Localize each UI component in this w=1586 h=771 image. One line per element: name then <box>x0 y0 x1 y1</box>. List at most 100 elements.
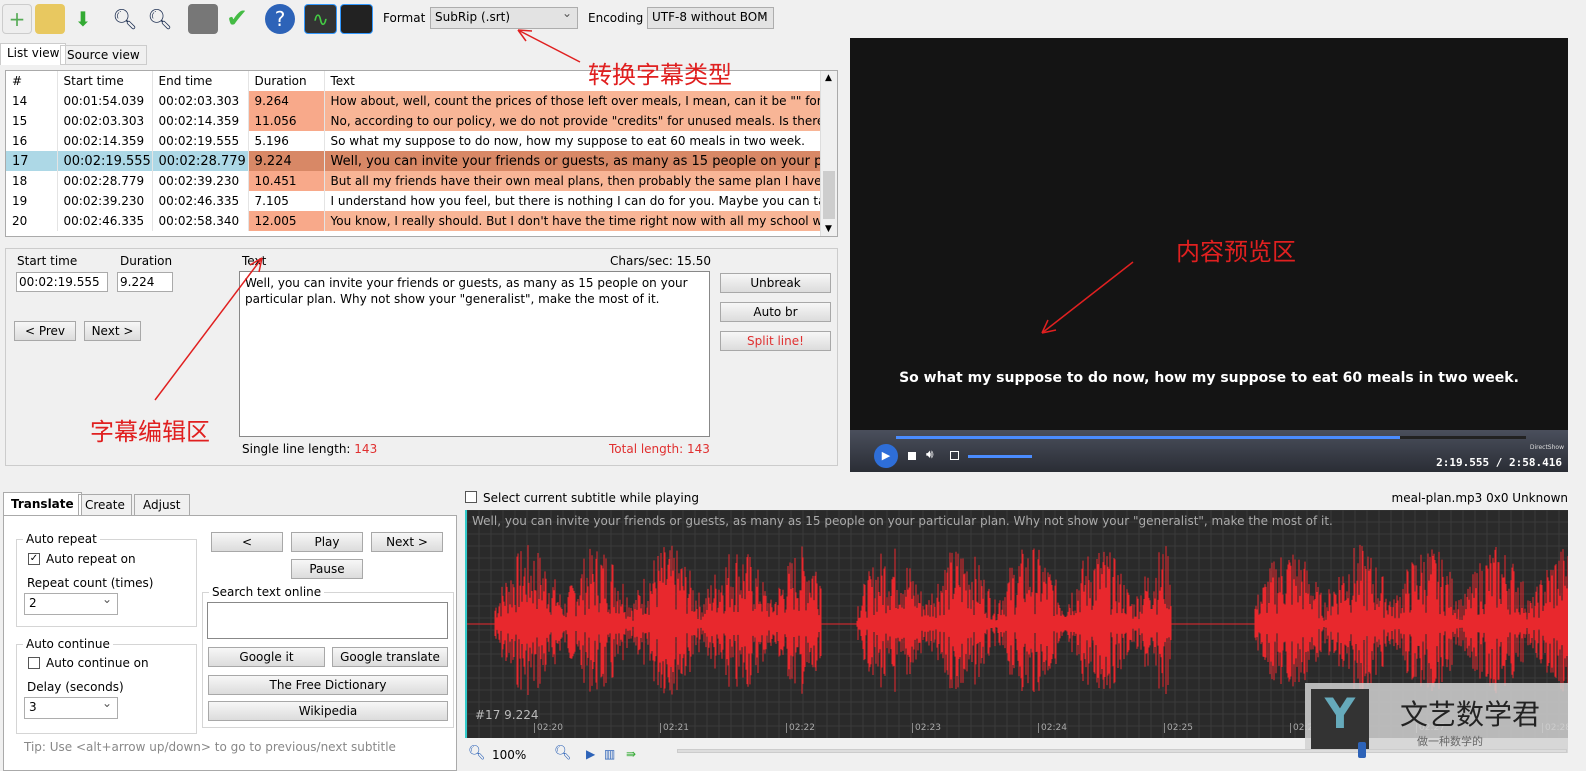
zoom-in-icon[interactable]: 🔍︎ <box>554 745 572 761</box>
tab-source-view[interactable]: Source view <box>60 45 147 65</box>
volume-icon[interactable]: 🔊︎ <box>926 447 934 462</box>
waveform-position-slider[interactable] <box>677 742 1567 758</box>
col-number[interactable]: # <box>6 71 58 91</box>
time-tick: 02:24 <box>1038 723 1067 733</box>
video-toggle-icon[interactable] <box>340 4 373 34</box>
annotation-preview: 内容预览区 <box>1176 238 1296 266</box>
auto-br-button[interactable]: Auto br <box>720 302 831 322</box>
table-row[interactable]: 18 00:02:28.779 00:02:39.230 10.451 But all … <box>6 171 821 191</box>
next-button[interactable]: Next > <box>84 321 141 341</box>
watermark: Y 文艺数学君 做一种数学的 <box>1305 683 1568 753</box>
google-translate-button[interactable]: Google translate <box>332 647 448 667</box>
pause-button[interactable]: Pause <box>291 559 363 579</box>
list-scrollbar[interactable]: ▲ ▼ <box>820 71 837 236</box>
fullscreen-icon[interactable] <box>950 451 959 460</box>
encoding-label: Encoding <box>588 11 644 25</box>
renderer-label: DirectShow <box>1529 444 1564 451</box>
split-view-icon[interactable]: ▥ <box>604 747 615 761</box>
format-label: Format <box>383 11 426 25</box>
fast-forward-icon[interactable]: ⇛ <box>626 747 636 761</box>
translate-next-button[interactable]: Next > <box>371 532 443 552</box>
subtitle-text-area[interactable]: Well, you can invite your friends or gue… <box>239 271 710 437</box>
cell-number: 18 <box>6 171 58 191</box>
translate-prev-button[interactable]: < <box>211 532 283 552</box>
single-line-value: 143 <box>354 442 378 456</box>
help-icon[interactable]: ? <box>265 4 295 34</box>
video-seek-bar[interactable] <box>896 436 1526 439</box>
table-row[interactable]: 17 00:02:19.555 00:02:28.779 9.224 Well, you… <box>6 151 821 171</box>
format-select[interactable]: SubRip (.srt) <box>430 6 578 29</box>
time-tick: 02:22 <box>786 723 815 733</box>
tab-list-view[interactable]: List view <box>0 43 67 65</box>
cell-duration: 11.056 <box>248 111 325 131</box>
start-time-input[interactable]: 00:02:19.555 <box>16 272 108 292</box>
duration-label: Duration <box>120 254 173 268</box>
download-icon[interactable]: ⬇ <box>68 4 98 34</box>
play-icon[interactable]: ▶ <box>874 444 898 468</box>
cell-duration: 12.005 <box>248 211 325 231</box>
media-file-info: meal-plan.mp3 0x0 Unknown <box>1391 491 1568 505</box>
tab-adjust[interactable]: Adjust <box>134 494 190 516</box>
table-row[interactable]: 16 00:02:14.359 00:02:19.555 5.196 So what m… <box>6 131 821 151</box>
cell-end: 00:02:14.359 <box>152 111 249 131</box>
table-row[interactable]: 19 00:02:39.230 00:02:46.335 7.105 I underst… <box>6 191 821 211</box>
stop-icon[interactable] <box>908 452 916 460</box>
waveform-subtitle: Well, you can invite your friends or gue… <box>472 514 1333 528</box>
annotation-format: 转换字幕类型 <box>588 61 732 89</box>
cell-text: No, according to our policy, we do not p… <box>324 111 821 131</box>
col-text[interactable]: Text <box>324 71 821 91</box>
replace-icon[interactable]: 🔍︎ <box>145 4 175 34</box>
delay-select[interactable]: 3 <box>24 696 118 719</box>
table-row[interactable]: 14 00:01:54.039 00:02:03.303 9.264 How about… <box>6 91 821 111</box>
cell-text: So what my suppose to do now, how my sup… <box>324 131 821 151</box>
time-tick: 02:25 <box>1164 723 1193 733</box>
tab-create[interactable]: Create <box>78 494 132 516</box>
slider-thumb[interactable] <box>1358 742 1366 758</box>
google-it-button[interactable]: Google it <box>208 647 325 667</box>
encoding-select[interactable]: UTF-8 without BOM <box>647 7 774 29</box>
search-text-input[interactable] <box>207 602 448 639</box>
table-row[interactable]: 15 00:02:03.303 00:02:14.359 11.056 No, acco… <box>6 111 821 131</box>
split-line-button[interactable]: Split line! <box>720 331 831 351</box>
cell-number: 17 <box>6 151 58 171</box>
visual-sync-icon[interactable] <box>188 4 218 34</box>
auto-continue-checkbox[interactable] <box>28 657 40 669</box>
auto-repeat-group: Auto repeat <box>23 532 100 546</box>
waveform-toggle-icon[interactable]: ∿ <box>304 4 337 34</box>
cell-end: 00:02:03.303 <box>152 91 249 111</box>
cell-duration: 9.224 <box>248 151 325 171</box>
open-folder-icon[interactable] <box>35 4 65 34</box>
repeat-count-label: Repeat count (times) <box>27 576 154 590</box>
new-file-icon[interactable]: + <box>2 4 32 34</box>
unbreak-button[interactable]: Unbreak <box>720 273 831 293</box>
table-row[interactable]: 20 00:02:46.335 00:02:58.340 12.005 You know… <box>6 211 821 231</box>
cell-duration: 10.451 <box>248 171 325 191</box>
volume-slider[interactable] <box>968 455 1032 458</box>
play-button[interactable]: Play <box>291 532 363 552</box>
repeat-count-select[interactable]: 2 <box>24 592 118 615</box>
select-while-playing-checkbox[interactable] <box>465 491 477 503</box>
translate-panel: Auto repeat ✓ Auto repeat on Repeat coun… <box>3 515 457 771</box>
cell-start: 00:02:39.230 <box>57 191 153 211</box>
wikipedia-button[interactable]: Wikipedia <box>208 701 448 721</box>
spell-check-icon[interactable]: ✔ <box>222 4 252 34</box>
total-length-label: Total length: <box>609 442 684 456</box>
cell-start: 00:02:28.779 <box>57 171 153 191</box>
zoom-select[interactable]: 100% <box>492 748 526 762</box>
cell-end: 00:02:58.340 <box>152 211 249 231</box>
free-dictionary-button[interactable]: The Free Dictionary <box>208 675 448 695</box>
cell-start: 00:02:03.303 <box>57 111 153 131</box>
total-length: Total length: 143 <box>609 442 710 456</box>
cell-text: But all my friends have their own meal p… <box>324 171 821 191</box>
cell-text: I understand how you feel, but there is … <box>324 191 821 211</box>
duration-input[interactable]: 9.224 <box>117 272 173 292</box>
col-start[interactable]: Start time <box>57 71 153 91</box>
find-icon[interactable]: 🔍︎ <box>110 4 140 34</box>
auto-repeat-checkbox[interactable]: ✓ <box>28 553 40 565</box>
col-duration[interactable]: Duration <box>248 71 325 91</box>
prev-button[interactable]: < Prev <box>14 321 76 341</box>
play-forward-icon[interactable]: ▶ <box>586 747 595 761</box>
zoom-out-icon[interactable]: 🔍︎ <box>468 745 486 761</box>
tab-translate[interactable]: Translate <box>3 492 82 516</box>
col-end[interactable]: End time <box>152 71 249 91</box>
